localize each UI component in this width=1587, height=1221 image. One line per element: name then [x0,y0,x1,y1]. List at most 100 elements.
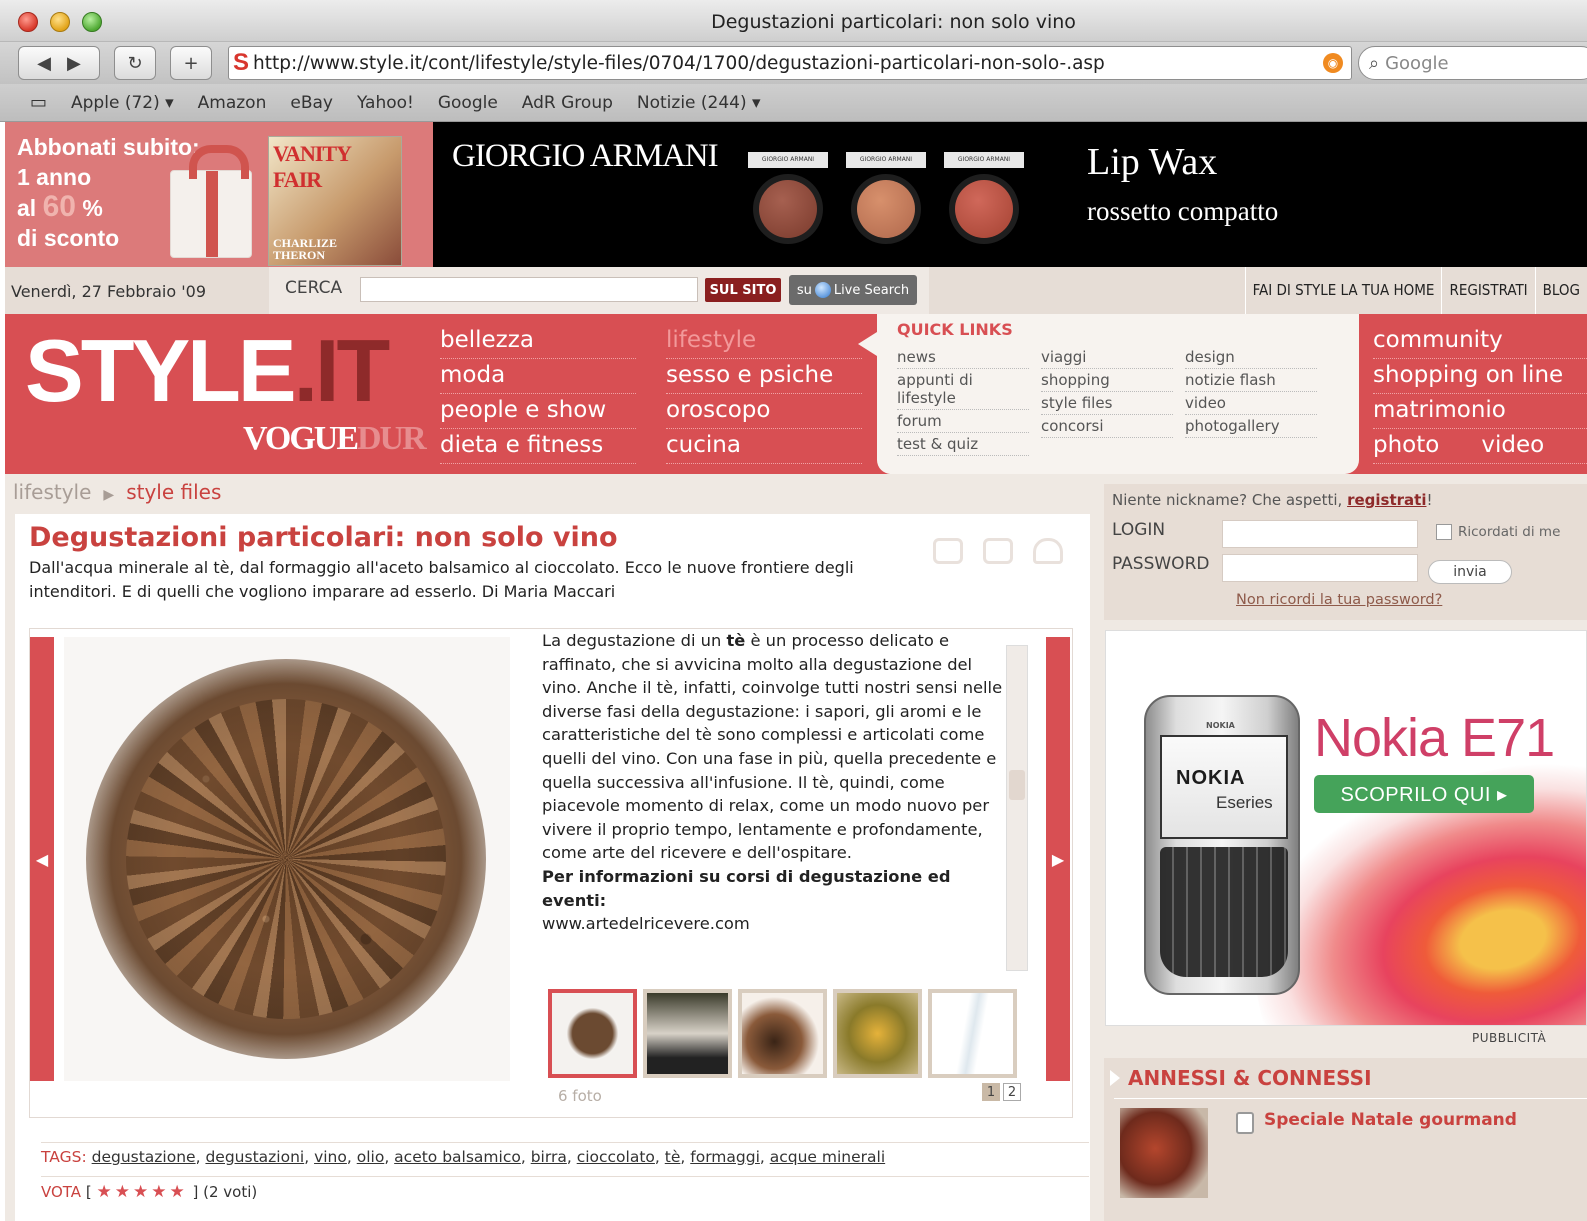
search-site-button[interactable]: SUL SITO [705,278,781,302]
ad-subheadline: rossetto compatto [1087,196,1279,226]
register-link[interactable]: registrati [1347,491,1426,509]
phone-image: NOKIA NOKIA Eseries [1144,695,1300,995]
ql-test-quiz[interactable]: test & quiz [897,433,1029,456]
bookmark-apple[interactable]: Apple (72) ▾ [71,93,174,113]
nav-shopping-online[interactable]: shopping on line [1373,359,1587,394]
scoprilo-button[interactable]: SCOPRILO QUI ▸ [1314,775,1534,813]
nav-moda[interactable]: moda [440,359,636,394]
ql-concorsi[interactable]: concorsi [1041,415,1173,438]
annessi-link[interactable]: Speciale Natale gourmand [1264,1110,1517,1130]
search-input[interactable] [360,277,698,302]
bookmark-google[interactable]: Google [438,93,498,113]
bookmark-notizie[interactable]: Notizie (244) ▾ [637,93,761,113]
live-search-globe-icon [814,282,831,298]
login-field[interactable] [1222,520,1418,548]
address-bar[interactable]: S http://www.style.it/cont/lifestyle/sty… [228,46,1352,80]
info-link[interactable]: www.artedelricevere.com [542,914,750,933]
nav-sesso-psiche[interactable]: sesso e psiche [666,359,862,394]
text-scrollbar[interactable] [1006,645,1028,971]
ql-shopping[interactable]: shopping [1041,369,1173,392]
login-submit-button[interactable]: invia [1428,560,1512,584]
ql-forum[interactable]: forum [897,410,1029,433]
ql-design[interactable]: design [1185,346,1317,369]
ql-video[interactable]: video [1185,392,1317,415]
back-arrow-icon[interactable]: ◀ [37,53,51,74]
thumbnail-olives-oil[interactable] [833,989,922,1078]
nokia-ad[interactable]: NOKIA NOKIA Eseries Nokia E71 SCOPRILO Q… [1105,630,1587,1026]
tv-icon[interactable] [983,538,1013,564]
tag-link[interactable]: tè [665,1148,681,1166]
ql-news[interactable]: news [897,346,1029,369]
nav-matrimonio[interactable]: matrimonio [1373,394,1587,429]
previous-slide-button[interactable]: ◀ [30,637,54,1081]
bookmark-amazon[interactable]: Amazon [198,93,267,113]
live-search-button[interactable]: su Live Search [789,275,917,305]
bookmark-adr-group[interactable]: AdR Group [522,93,613,113]
link-blog[interactable]: BLOG [1534,267,1587,314]
bookmark-yahoo[interactable]: Yahoo! [357,93,414,113]
breadcrumb-parent[interactable]: lifestyle [13,480,91,504]
nav-cucina[interactable]: cucina [666,429,862,464]
bookmark-ebay[interactable]: eBay [290,93,333,113]
forward-arrow-icon[interactable]: ▶ [67,53,81,74]
arrow-right-icon: ▶ [1051,849,1065,869]
tag-link[interactable]: olio [357,1148,385,1166]
vanity-fair-ad[interactable]: Abbonati subito: 1 anno al 60 % di scont… [5,122,433,267]
ql-viaggi[interactable]: viaggi [1041,346,1173,369]
remember-checkbox[interactable] [1436,524,1452,540]
thumbnail-cheese[interactable] [643,989,732,1078]
tag-link[interactable]: degustazione [92,1148,196,1166]
tag-link[interactable]: acque minerali [770,1148,885,1166]
back-forward-buttons[interactable]: ◀ ▶ [18,46,100,80]
register-prompt: Niente nickname? Che aspetti, registrati… [1112,491,1433,509]
browser-search-field[interactable]: ⌕ Google [1358,46,1587,80]
nav-video[interactable]: video [1481,432,1544,458]
thumbnail-water[interactable] [928,989,1017,1078]
thumbnail-tea[interactable] [548,989,637,1078]
top-ad-banner[interactable]: Abbonati subito: 1 anno al 60 % di scont… [5,122,1587,267]
link-register[interactable]: REGISTRATI [1441,267,1534,314]
tag-link[interactable]: formaggi [690,1148,760,1166]
tag-link[interactable]: vino [314,1148,347,1166]
scroll-thumb[interactable] [1009,770,1025,800]
rating-stars[interactable]: ★★★★★ [97,1182,188,1202]
breadcrumb-current[interactable]: style files [126,480,221,504]
search-label: CERCA [285,278,343,298]
photo-camera-icon[interactable] [933,538,963,564]
ql-style-files[interactable]: style files [1041,392,1173,415]
tag-link[interactable]: cioccolato [577,1148,655,1166]
nav-community[interactable]: community [1373,324,1587,359]
next-slide-button[interactable]: ▶ [1046,637,1070,1081]
pager-page-1[interactable]: 1 [982,1083,1000,1101]
ql-notizie-flash[interactable]: notizie flash [1185,369,1317,392]
tag-link[interactable]: aceto balsamico [394,1148,521,1166]
nav-photo[interactable]: photo [1373,432,1439,458]
password-field[interactable] [1222,554,1418,582]
thumbnail-chocolate[interactable] [738,989,827,1078]
url-text[interactable]: http://www.style.it/cont/lifestyle/style… [253,53,1105,74]
add-bookmark-button[interactable]: + [170,46,212,80]
bookmarks-book-icon[interactable]: ▭ [30,92,47,113]
tag-link[interactable]: degustazioni [205,1148,304,1166]
nav-people-show[interactable]: people e show [440,394,636,429]
search-placeholder: Google [1385,52,1449,74]
annessi-thumbnail[interactable] [1120,1108,1208,1198]
nav-bellezza[interactable]: bellezza [440,324,636,359]
nav-lifestyle[interactable]: lifestyle [666,324,862,359]
pager-page-2[interactable]: 2 [1003,1083,1021,1101]
forgot-password-link[interactable]: Non ricordi la tua password? [1236,592,1442,608]
reload-button[interactable]: ↻ [114,46,156,80]
headphones-icon[interactable] [1033,538,1063,564]
rss-icon[interactable]: ◉ [1323,53,1343,73]
remember-me[interactable]: Ricordati di me [1436,524,1560,540]
tag-link[interactable]: birra [531,1148,567,1166]
ql-photogallery[interactable]: photogallery [1185,415,1317,438]
nav-oroscopo[interactable]: oroscopo [666,394,862,429]
ql-appunti[interactable]: appunti di lifestyle [897,369,1029,410]
nav-dieta-fitness[interactable]: dieta e fitness [440,429,636,464]
vogue-logo[interactable]: VOGUEDUR [243,420,427,458]
slide-image [64,637,510,1081]
photo-slideshow: ◀ La degustazione di un tè è un processo… [29,628,1073,1118]
link-make-home[interactable]: FAI DI STYLE LA TUA HOME [1244,267,1442,314]
style-it-logo[interactable]: STYLE.IT [25,320,390,422]
